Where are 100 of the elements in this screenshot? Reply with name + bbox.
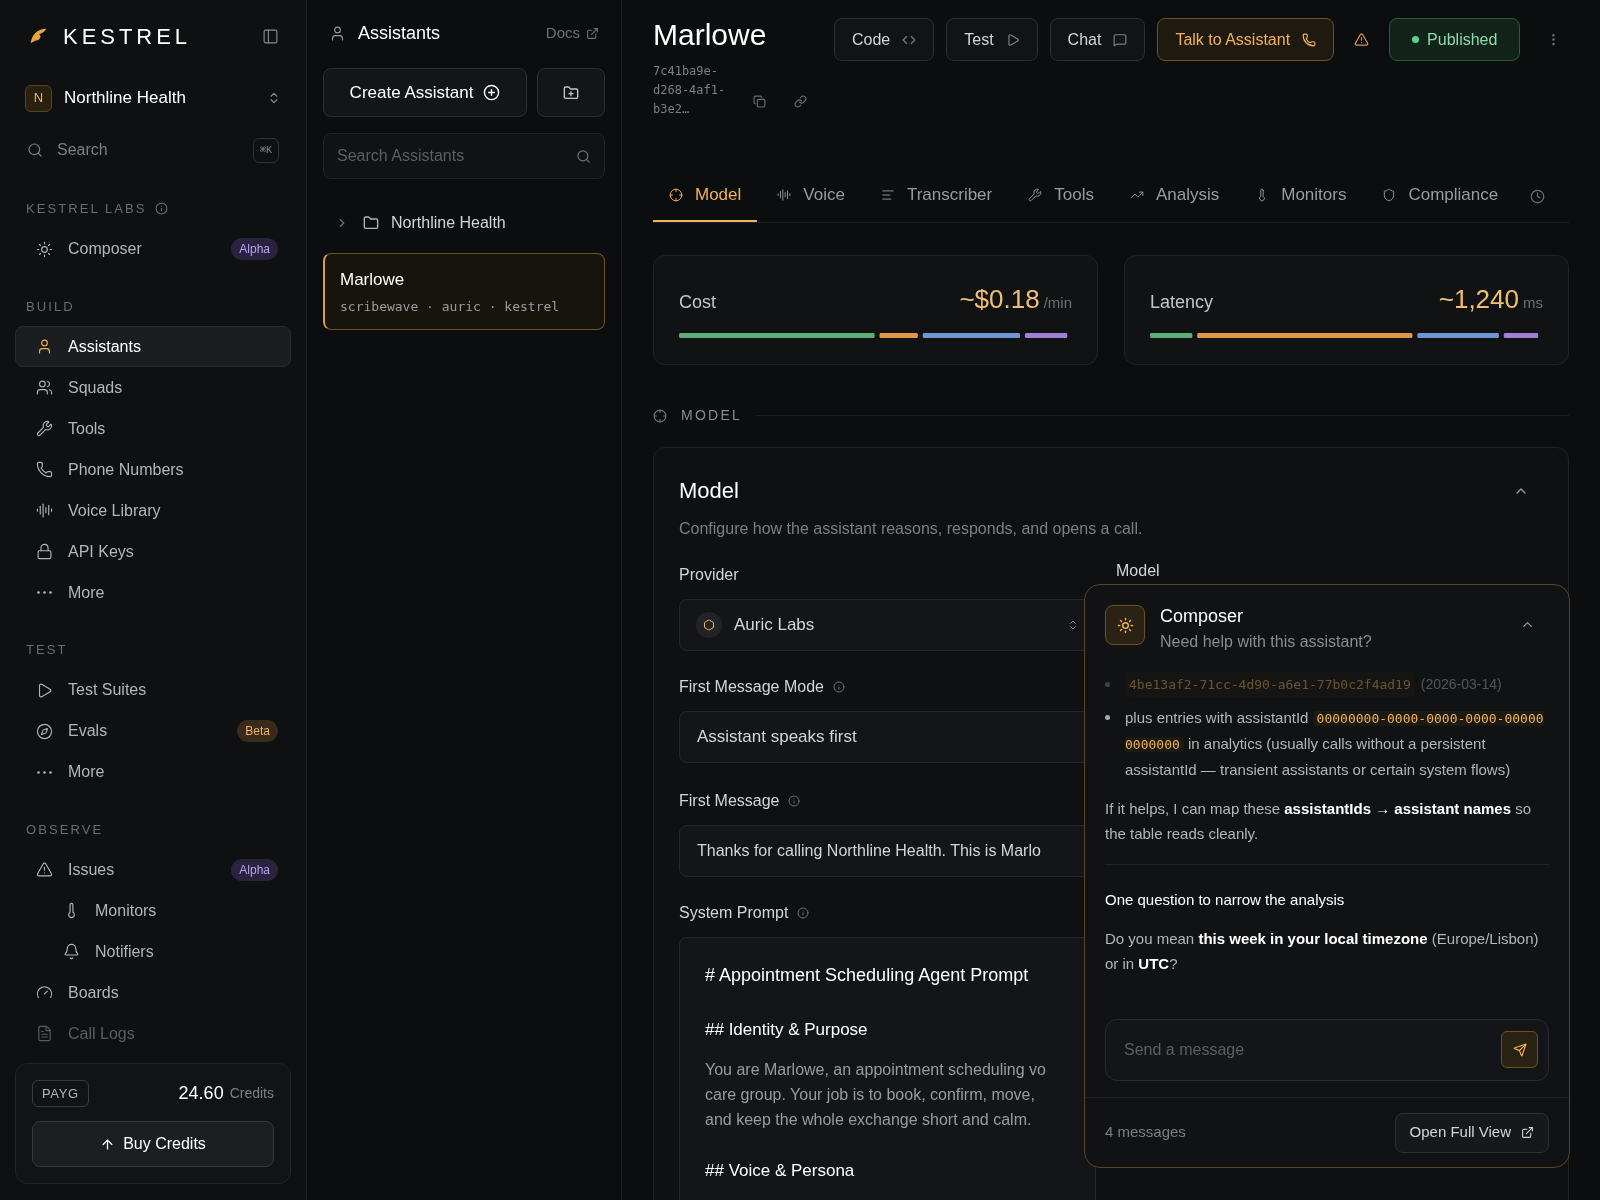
- message-field[interactable]: Send a message: [1105, 1019, 1549, 1081]
- nav-item[interactable]: Evals Beta: [15, 710, 291, 752]
- credit-unit: Credits: [229, 1083, 274, 1103]
- folder-row[interactable]: Northline Health: [323, 203, 605, 243]
- composer-title: Composer: [1160, 605, 1245, 627]
- nav-item[interactable]: Test Suites: [15, 669, 291, 711]
- nav-item[interactable]: Boards: [15, 972, 291, 1013]
- send-button[interactable]: [1501, 1031, 1538, 1068]
- section-heading: KESTREL LABS: [26, 200, 147, 218]
- metric-label: Cost: [679, 291, 716, 314]
- assistant-meta: scribewave · auric · kestrel: [340, 297, 561, 316]
- prompt-heading: # Appointment Scheduling Agent Prompt: [705, 964, 1030, 987]
- header-button[interactable]: Chat: [1049, 18, 1146, 61]
- info-icon: [788, 795, 801, 807]
- card-title: Model: [679, 477, 739, 505]
- history-icon[interactable]: [1530, 189, 1546, 204]
- external-link-icon: [1521, 1126, 1534, 1139]
- gauge-icon: [36, 984, 53, 1001]
- nav-item[interactable]: Tools: [15, 408, 291, 449]
- more-icon: [36, 770, 53, 774]
- header-button[interactable]: Code: [834, 18, 935, 61]
- crosshair-icon: [653, 408, 667, 423]
- panel-title: Assistants: [358, 21, 441, 45]
- play-icon: [36, 681, 53, 699]
- info-icon: [797, 907, 810, 919]
- panel-toggle-icon[interactable]: [262, 27, 279, 45]
- metric-label: Latency: [1150, 291, 1214, 314]
- field-label: First Message: [679, 791, 780, 811]
- nav-item[interactable]: Squads: [15, 367, 291, 408]
- metric-value: ~$0.18: [959, 283, 1040, 316]
- info-icon: [832, 681, 845, 693]
- tab[interactable]: Transcriber: [864, 170, 1009, 222]
- search-icon: [576, 149, 591, 164]
- search-field[interactable]: Search Assistants: [323, 133, 605, 179]
- document-icon: [36, 1025, 53, 1042]
- section-heading: OBSERVE: [26, 820, 104, 839]
- search-field[interactable]: Search ⌘K: [15, 133, 291, 167]
- status-badge: Alpha: [231, 238, 278, 260]
- buy-credits-button[interactable]: Buy Credits: [32, 1121, 274, 1167]
- org-name: Northline Health: [64, 87, 186, 110]
- field-label: System Prompt: [679, 903, 789, 923]
- credit-amount: 24.60: [178, 1081, 224, 1105]
- link-icon[interactable]: [794, 95, 807, 108]
- external-link-icon: [586, 26, 599, 40]
- nav-item[interactable]: API Keys: [15, 531, 291, 572]
- composer-subtitle: Need help with this assistant?: [1160, 632, 1372, 652]
- section-heading: BUILD: [26, 297, 75, 316]
- compass-icon: [36, 722, 53, 740]
- system-prompt-editor[interactable]: [679, 937, 1096, 1200]
- nav-item[interactable]: More: [15, 572, 291, 613]
- status-badge: Alpha: [231, 858, 278, 881]
- section-heading: TEST: [26, 641, 68, 659]
- nav-item[interactable]: Notifiers: [15, 931, 291, 972]
- shield-icon: [1382, 188, 1397, 202]
- copy-icon[interactable]: [753, 95, 766, 108]
- search-placeholder: Search: [57, 140, 108, 160]
- send-icon: [1512, 1042, 1527, 1057]
- message-text: Do you mean this week in your local timezone (Europe/Lisbon) or in UTC?: [1105, 929, 1540, 974]
- lines-icon: [880, 188, 895, 202]
- status-badge: Beta: [237, 720, 278, 742]
- crosshair-icon: [669, 188, 683, 202]
- shortcut-key: ⌘K: [252, 137, 279, 163]
- nav-item[interactable]: Monitors: [15, 890, 291, 931]
- published-badge[interactable]: Published: [1389, 18, 1521, 61]
- tab[interactable]: Voice: [761, 170, 861, 222]
- sun-icon: [36, 240, 53, 258]
- org-switcher[interactable]: N Northline Health: [15, 81, 291, 115]
- warning-icon[interactable]: [1354, 32, 1370, 47]
- tab[interactable]: Analysis: [1113, 170, 1236, 222]
- tab[interactable]: Tools: [1012, 170, 1110, 222]
- create-assistant-button[interactable]: Create Assistant: [323, 68, 527, 117]
- wrench-icon: [36, 420, 53, 437]
- folder-plus-icon: [563, 84, 579, 101]
- new-folder-button[interactable]: [537, 68, 605, 117]
- tab[interactable]: Compliance: [1366, 170, 1515, 222]
- nav-item[interactable]: Issues Alpha: [15, 849, 291, 890]
- docs-link[interactable]: Docs: [545, 21, 599, 45]
- bell-icon: [63, 943, 80, 960]
- nav-item[interactable]: Assistants: [15, 326, 291, 367]
- play-icon: [1005, 32, 1020, 47]
- section-heading: MODEL: [681, 406, 742, 425]
- plan-badge: PAYG: [32, 1079, 89, 1107]
- prompt-subheading: ## Identity & Purpose: [705, 1019, 869, 1041]
- assistant-card[interactable]: Marlowe scribewave · auric · kestrel: [323, 253, 605, 330]
- waveform-icon: [36, 502, 53, 519]
- prompt-subheading: ## Voice & Persona: [705, 1159, 856, 1182]
- people-icon: [36, 379, 53, 396]
- header-button[interactable]: Test: [946, 18, 1038, 61]
- talk-button[interactable]: Talk to Assistant: [1157, 18, 1335, 61]
- nav-item[interactable]: Phone Numbers: [15, 449, 291, 490]
- open-full-view-button[interactable]: Open Full View: [1394, 1112, 1549, 1153]
- wrench-icon: [1028, 188, 1043, 202]
- sun-icon: [1105, 605, 1145, 645]
- message-count: 4 messages: [1105, 1122, 1186, 1143]
- nav-item[interactable]: Voice Library: [15, 490, 291, 531]
- prompt-text: You are Marlowe, an appointment scheduling vo: [705, 1059, 1047, 1080]
- tab[interactable]: Monitors: [1239, 170, 1363, 222]
- nav-item[interactable]: Composer Alpha: [15, 228, 291, 270]
- tab[interactable]: Model: [653, 170, 758, 222]
- nav-item[interactable]: More: [15, 751, 291, 793]
